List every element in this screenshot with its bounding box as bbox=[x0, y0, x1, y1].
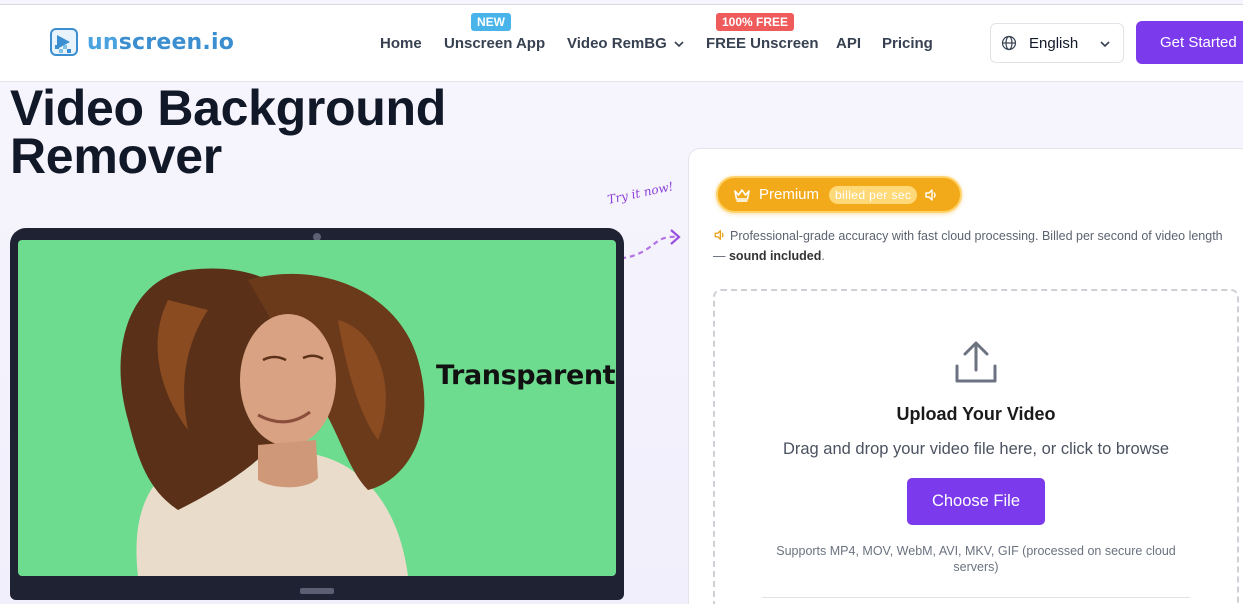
globe-icon bbox=[1001, 35, 1017, 51]
page-title: Video Background Remover bbox=[10, 83, 510, 181]
nav-free-unscreen[interactable]: FREE Unscreen bbox=[706, 35, 819, 52]
logo-text: unscreen.io bbox=[87, 29, 235, 55]
nav-home[interactable]: Home bbox=[380, 35, 422, 52]
transparent-label: Transparent bbox=[436, 360, 616, 391]
language-select[interactable]: English bbox=[990, 23, 1124, 63]
nav-api[interactable]: API bbox=[836, 35, 861, 52]
logo[interactable]: unscreen.io bbox=[50, 28, 234, 56]
crown-icon bbox=[734, 188, 750, 202]
try-it-hint: Try it now! bbox=[606, 179, 675, 207]
new-badge: NEW bbox=[471, 13, 511, 31]
laptop-preview: Transparent bbox=[10, 228, 624, 600]
speaker-icon bbox=[714, 230, 724, 240]
language-label: English bbox=[1029, 34, 1079, 52]
video-preview: Transparent bbox=[18, 240, 616, 576]
upload-icon bbox=[955, 341, 997, 383]
upload-title: Upload Your Video bbox=[896, 404, 1056, 424]
speaker-icon bbox=[925, 188, 937, 201]
nav-pricing[interactable]: Pricing bbox=[882, 35, 933, 52]
logo-icon bbox=[50, 28, 78, 56]
billed-badge: billed per sec bbox=[829, 185, 918, 204]
chevron-down-icon bbox=[674, 40, 684, 47]
supported-formats: Supports MP4, MOV, WebM, AVI, MKV, GIF (… bbox=[776, 544, 1176, 574]
upload-subtitle: Drag and drop your video file here, or c… bbox=[782, 440, 1170, 458]
choose-file-button[interactable]: Choose File bbox=[907, 478, 1045, 525]
site-header: unscreen.io Home NEW Unscreen App Video … bbox=[0, 5, 1243, 82]
laptop-hinge bbox=[300, 588, 334, 594]
free-badge: 100% FREE bbox=[716, 13, 795, 31]
premium-label: Premium bbox=[759, 186, 820, 203]
premium-description: Professional-grade accuracy with fast cl… bbox=[713, 229, 1223, 263]
title-line-2: Remover bbox=[10, 128, 222, 184]
premium-toggle[interactable]: Premium billed per sec bbox=[716, 176, 962, 213]
nav-unscreen-app[interactable]: Unscreen App bbox=[444, 35, 545, 52]
nav-video-rembg[interactable]: Video RemBG bbox=[567, 35, 684, 52]
woman-illustration bbox=[120, 268, 425, 576]
divider bbox=[762, 597, 1190, 598]
chevron-down-icon bbox=[1100, 41, 1110, 48]
get-started-button[interactable]: Get Started bbox=[1136, 21, 1243, 64]
